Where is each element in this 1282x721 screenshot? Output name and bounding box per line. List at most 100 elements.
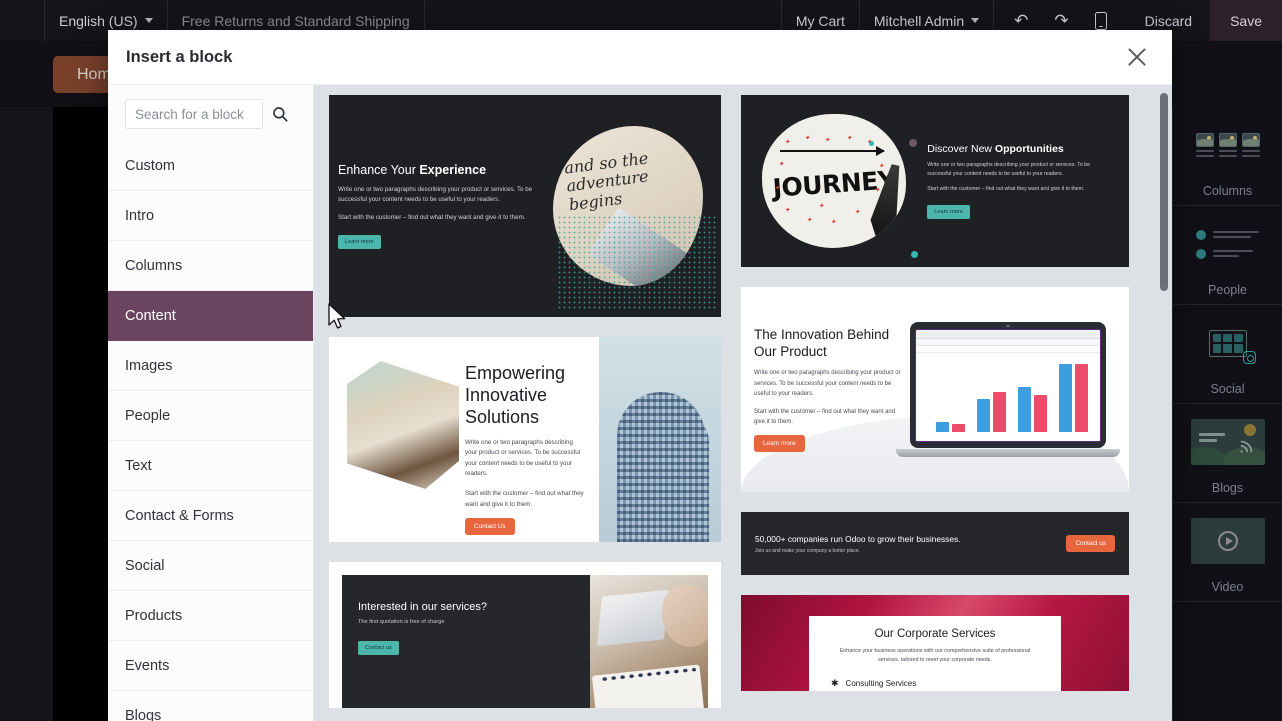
blocks-panel-item-social[interactable]: Social [1173,305,1282,404]
category-item-people[interactable]: People [108,391,313,441]
chart-group [1017,387,1047,432]
category-label: Images [125,357,173,374]
category-item-columns[interactable]: Columns [108,241,313,291]
block-title: The Innovation Behind Our Product [754,326,890,359]
category-item-social[interactable]: Social [108,541,313,591]
desk-photo [590,575,708,708]
category-item-contact-forms[interactable]: Contact & Forms [108,491,313,541]
category-item-products[interactable]: Products [108,591,313,641]
chart-group [976,392,1006,432]
undo-icon[interactable]: ↶ [1014,12,1028,29]
chart-group [1058,364,1088,432]
blocks-panel-item-video[interactable]: Video [1173,503,1282,602]
laptop-mockup [895,322,1120,457]
redo-icon[interactable]: ↷ [1054,12,1068,29]
app-toolbar [915,339,1100,346]
block-title: Empowering Innovative Solutions [465,363,566,427]
blocks-panel-label: People [1208,283,1247,297]
save-label: Save [1230,12,1262,29]
journey-image: JOURNEY ✦✦ ✦✦ ✦✦ ✦✦ ✦✦ ✦✦ ✦✦ [741,114,927,258]
block-cta-button[interactable]: Contact us [358,641,399,655]
block-preview-innovation[interactable]: The Innovation Behind Our Product Write … [741,287,1129,492]
block-main: Empowering Innovative Solutions Write on… [329,337,599,542]
category-label: Custom [125,157,175,174]
block-cta-button[interactable]: Contact us [1066,535,1115,552]
block-paragraph-1: Write one or two paragraphs describing y… [927,162,1090,178]
search-icon[interactable] [271,105,289,123]
laptop-screen [914,329,1101,442]
block-paragraph-1: Enhance your business operations with ou… [839,648,1031,663]
block-text: Interested in our services? The first qu… [342,575,590,708]
block-grid: Enhance Your Experience Write one or two… [329,95,1154,708]
block-preview-discover[interactable]: JOURNEY ✦✦ ✦✦ ✦✦ ✦✦ ✦✦ ✦✦ ✦✦ [741,95,1129,267]
block-preview-corporate[interactable]: Our Corporate Services Enhance your busi… [741,595,1129,691]
save-button[interactable]: Save [1210,0,1282,41]
block-title-bold: Experience [419,163,487,178]
abstract-shape [347,361,459,489]
block-previews-pane: Enhance Your Experience Write one or two… [314,85,1172,721]
block-card: Our Corporate Services Enhance your busi… [809,616,1061,691]
people-thumb-icon [1185,213,1270,275]
block-list-item: ✱ Consulting Services [831,678,1039,689]
block-preview-empowering[interactable]: Empowering Innovative Solutions Write on… [329,337,721,542]
category-item-images[interactable]: Images [108,341,313,391]
insert-block-dialog: Insert a block Search for a block Custom… [108,30,1172,721]
block-cta-button[interactable]: Learn more [754,435,805,453]
promo-label: Free Returns and Standard Shipping [181,12,410,29]
block-title-plain: Discover New [927,143,995,156]
hand-shape [662,585,708,647]
block-title: 50,000+ companies run Odoo to grow their… [755,533,961,544]
block-title-bold: Opportunities [994,143,1064,156]
category-label: Blogs [125,707,162,721]
category-item-custom[interactable]: Custom [108,141,313,191]
asterisk-icon: ✱ [831,677,839,688]
category-item-intro[interactable]: Intro [108,191,313,241]
block-list-label: Consulting Services [845,678,917,688]
chevron-down-icon [971,18,980,23]
my-cart-label: My Cart [795,12,845,29]
category-item-blogs[interactable]: Blogs [108,691,313,721]
dialog-scrollbar[interactable] [1160,93,1168,682]
columns-thumb-icon [1185,114,1270,176]
blocks-panel-item-columns[interactable]: Columns [1173,107,1282,206]
close-icon[interactable] [1124,44,1150,70]
category-item-events[interactable]: Events [108,641,313,691]
bar-chart [915,353,1100,441]
block-cta-button[interactable]: Learn more [338,234,381,249]
blocks-panel-item-blogs[interactable]: Blogs [1173,404,1282,503]
block-title: Our Corporate Services [874,628,996,640]
block-inner: Interested in our services? The first qu… [342,575,708,708]
building-shape-2 [653,414,709,542]
block-paragraph-2: Start with the customer – find out what … [927,185,1085,192]
block-preview-banner[interactable]: 50,000+ companies run Odoo to grow their… [741,512,1129,575]
scrollbar-thumb[interactable] [1160,93,1168,291]
block-preview-enhance[interactable]: Enhance Your Experience Write one or two… [329,95,721,317]
app-subtoolbar [915,346,1100,353]
language-label: English (US) [59,12,138,29]
search-box[interactable] [125,99,263,129]
category-label: Social [125,557,165,574]
block-paragraph-2: Start with the customer – find out what … [465,489,584,508]
category-sidebar: Custom Intro Columns Content Images Peop… [108,85,314,721]
category-label: People [125,407,171,424]
blocks-panel-label: Columns [1202,184,1253,198]
dialog-header: Insert a block [108,30,1172,84]
block-cta-button[interactable]: Contact Us [465,518,515,536]
category-label: Contact & Forms [125,507,234,524]
block-cta-button[interactable]: Learn more [927,204,970,219]
category-label: Products [125,607,183,624]
blocks-panel-label: Blogs [1211,481,1244,495]
app-root: English (US) Free Returns and Standard S… [0,0,1282,721]
category-item-text[interactable]: Text [108,441,313,491]
category-label: Columns [125,257,183,274]
category-item-content[interactable]: Content [108,291,313,341]
block-text: 50,000+ companies run Odoo to grow their… [755,534,1066,554]
mobile-preview-icon[interactable] [1094,11,1107,30]
browser-chrome [915,330,1100,339]
blocks-panel-item-people[interactable]: People [1173,206,1282,305]
search-input[interactable] [135,106,253,122]
block-preview-interested[interactable]: Interested in our services? The first qu… [329,562,721,708]
laptop-base [895,449,1120,457]
dialog-title: Insert a block [126,47,233,66]
block-column-left: Enhance Your Experience Write one or two… [329,95,721,708]
